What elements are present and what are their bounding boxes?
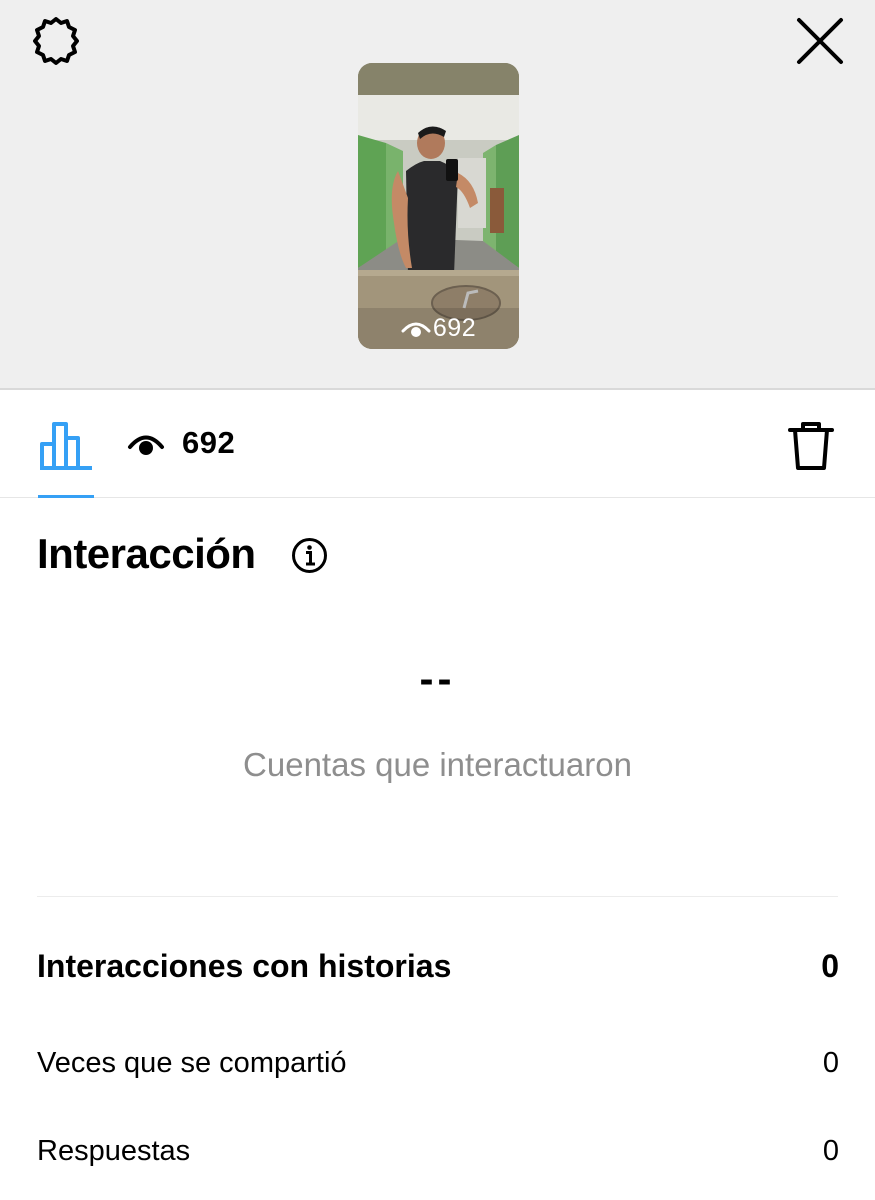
story-views-count: 692 — [432, 314, 477, 342]
story-photo — [358, 63, 519, 349]
list-item: Respuestas 0 — [37, 1135, 839, 1168]
story-thumbnail[interactable]: 692 — [358, 63, 519, 349]
section-title-interaccion: Interacción — [37, 530, 256, 577]
info-icon[interactable] — [291, 537, 328, 574]
accounts-interacted-value: -- — [419, 655, 456, 702]
eye-icon — [401, 322, 431, 337]
divider — [37, 896, 838, 897]
active-tab-indicator — [38, 495, 94, 498]
replies-value: 0 — [822, 1135, 839, 1167]
sheet-divider — [0, 388, 875, 390]
story-interactions-title: Interacciones con historias — [37, 948, 452, 984]
shares-value: 0 — [822, 1047, 839, 1079]
gear-icon[interactable] — [30, 15, 82, 67]
trash-icon[interactable] — [787, 420, 835, 472]
list-item: Veces que se compartió 0 — [37, 1047, 839, 1080]
story-interactions-row: Interacciones con historias 0 — [37, 948, 839, 985]
story-views-overlay: 692 — [358, 314, 519, 343]
close-icon[interactable] — [793, 14, 847, 68]
accounts-interacted-label: Cuentas que interactuaron — [243, 746, 632, 783]
eye-icon[interactable] — [127, 428, 165, 460]
story-interactions-total: 0 — [821, 948, 839, 984]
bar-chart-icon[interactable] — [38, 420, 94, 472]
views-count[interactable]: 692 — [182, 425, 235, 461]
replies-label: Respuestas — [37, 1135, 191, 1167]
shares-label: Veces que se compartió — [37, 1047, 347, 1079]
